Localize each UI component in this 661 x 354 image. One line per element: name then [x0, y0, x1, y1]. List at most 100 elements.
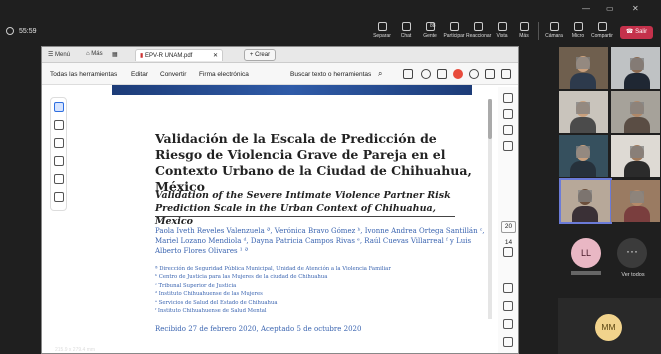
view-label: Vista — [496, 33, 508, 39]
chat-button[interactable]: Chat — [394, 22, 418, 39]
chat-icon — [401, 22, 411, 31]
page-total: 14 — [504, 239, 513, 246]
react-button[interactable]: Reaccionar — [466, 22, 491, 39]
search-tools[interactable]: Buscar texto o herramientas — [290, 71, 371, 78]
ellipsis-icon: ··· — [626, 244, 638, 258]
tab-pdf[interactable]: ▮ EPV-R UNAM.pdf ✕ — [135, 49, 223, 61]
zoom-out-icon[interactable] — [503, 337, 513, 347]
scrollbar-thumb[interactable] — [488, 99, 492, 139]
video-tile[interactable] — [611, 180, 660, 222]
menu-esign[interactable]: Firma electrónica — [199, 71, 249, 78]
title-divider — [155, 216, 455, 217]
stamp-icon[interactable] — [54, 192, 64, 202]
more-icon — [519, 22, 529, 31]
view-button[interactable]: Vista — [490, 22, 514, 39]
bookmarks-icon[interactable] — [503, 125, 513, 135]
raise-hand-icon — [449, 22, 459, 31]
page-down-icon[interactable] — [503, 283, 513, 293]
affiliation-item: ᵈ Instituto Chihuahuense de las Mujeres — [155, 291, 263, 298]
window-restore-icon[interactable]: ▭ — [606, 4, 614, 13]
select-cursor-icon[interactable] — [54, 102, 64, 112]
menu-edit[interactable]: Editar — [131, 71, 148, 78]
save-icon[interactable] — [403, 69, 413, 79]
pdf-page: Validación de la Escala de Predicción de… — [84, 85, 485, 353]
video-tile[interactable] — [611, 91, 660, 133]
video-tile[interactable] — [611, 135, 660, 177]
title-english: Validation of the Severe Intimate Violen… — [155, 190, 451, 227]
link-icon[interactable] — [485, 69, 495, 79]
authors: Paola Iveth Reveles Valenzuela ª, Veróni… — [155, 227, 485, 255]
menu-all-tools[interactable]: Todas las herramientas — [50, 71, 117, 78]
toolbar-divider — [538, 22, 539, 40]
left-toolbar — [50, 97, 67, 211]
raise-hand-label: Participar — [443, 33, 465, 39]
see-all-button[interactable]: ··· — [617, 238, 647, 268]
lasso-icon[interactable] — [54, 156, 64, 166]
received-date: Recibido 27 de febrero 2020, Aceptado 5 … — [155, 325, 362, 333]
leave-button[interactable]: ☎ Salir — [620, 26, 653, 39]
thumbnails-icon[interactable] — [503, 109, 513, 119]
affiliation-item: ᵇ Centro de Justicia para las Mujeres de… — [155, 274, 328, 281]
new-tab-label: Crear — [255, 52, 271, 58]
shield-icon — [6, 27, 14, 35]
avatar[interactable]: MM — [595, 314, 622, 341]
view-icon — [497, 22, 507, 31]
window-minimize-icon[interactable]: — — [582, 4, 590, 13]
browser-tabbar: ☰ Menú ⌂ Más ▦ ▮ EPV-R UNAM.pdf ✕ + Crea… — [42, 47, 518, 63]
camera-label: Cámara — [545, 33, 563, 39]
upload-icon[interactable] — [421, 69, 431, 79]
react-icon — [473, 22, 483, 31]
pop-out-icon — [377, 22, 387, 31]
timer-text: 55:59 — [19, 27, 37, 35]
text-box-icon[interactable] — [54, 174, 64, 184]
browser-menu-button[interactable]: ☰ Menú — [48, 51, 70, 58]
leave-label: Salir — [635, 29, 648, 35]
refresh-icon[interactable] — [503, 301, 513, 311]
video-tile[interactable] — [559, 135, 608, 177]
pdf-icon: ▮ — [140, 53, 144, 59]
video-tile[interactable] — [611, 47, 660, 89]
search-icon[interactable]: ⌕ — [378, 69, 382, 79]
video-tile[interactable] — [559, 91, 608, 133]
tab-title: EPV-R UNAM.pdf — [144, 53, 193, 59]
mic-button[interactable]: Micro — [566, 22, 590, 39]
new-tab-button[interactable]: + Crear — [244, 49, 276, 61]
email-icon[interactable] — [501, 69, 511, 79]
avatar[interactable]: LL — [571, 238, 601, 268]
tab-close-icon[interactable]: ✕ — [213, 52, 218, 59]
camera-button[interactable]: Cámara — [542, 22, 566, 39]
people-label: Gente — [423, 33, 437, 39]
page-number-input[interactable]: 20 — [501, 221, 516, 233]
page-up-icon[interactable] — [503, 247, 513, 257]
menu-convert[interactable]: Convertir — [160, 71, 186, 78]
shared-screen: ☰ Menú ⌂ Más ▦ ▮ EPV-R UNAM.pdf ✕ + Crea… — [41, 46, 519, 354]
acrobat-menubar: Todas las herramientas Editar Convertir … — [42, 63, 518, 85]
affiliations: ª Dirección de Seguridad Pública Municip… — [155, 265, 485, 315]
zoom-in-icon[interactable] — [503, 319, 513, 329]
grid-icon[interactable]: ▦ — [112, 51, 118, 58]
window-close-icon[interactable]: ✕ — [632, 4, 639, 13]
title-spanish: Validación de la Escala de Predicción de… — [155, 131, 472, 194]
pencil-icon[interactable] — [54, 138, 64, 148]
attachments-icon[interactable] — [503, 141, 513, 151]
browser-menu-label: Menú — [55, 52, 71, 58]
ai-assistant-icon[interactable] — [453, 69, 463, 79]
mic-icon — [573, 22, 583, 31]
comment-icon[interactable] — [54, 120, 64, 130]
raise-hand-button[interactable]: Participar — [442, 22, 466, 39]
browser-home-label: Más — [91, 51, 103, 57]
share-button[interactable]: Compartir — [590, 22, 614, 39]
name-label-redacted — [571, 271, 601, 275]
comments-panel-icon[interactable] — [503, 93, 513, 103]
page-dimensions: 215.9 x 279.4 mm — [55, 347, 96, 353]
browser-home-button[interactable]: ⌂ Más — [86, 51, 103, 57]
print-icon[interactable] — [437, 69, 447, 79]
affiliation-item: ᶜ Tribunal Superior de Justicia — [155, 282, 237, 289]
video-tile[interactable] — [559, 47, 608, 89]
pop-out-button[interactable]: Separar — [370, 22, 394, 39]
video-tile-active-speaker[interactable] — [559, 178, 612, 224]
share-link-icon[interactable] — [469, 69, 479, 79]
more-label: Más — [519, 33, 529, 39]
more-button[interactable]: Más — [512, 22, 536, 39]
see-all-label: Ver todos — [621, 272, 645, 278]
